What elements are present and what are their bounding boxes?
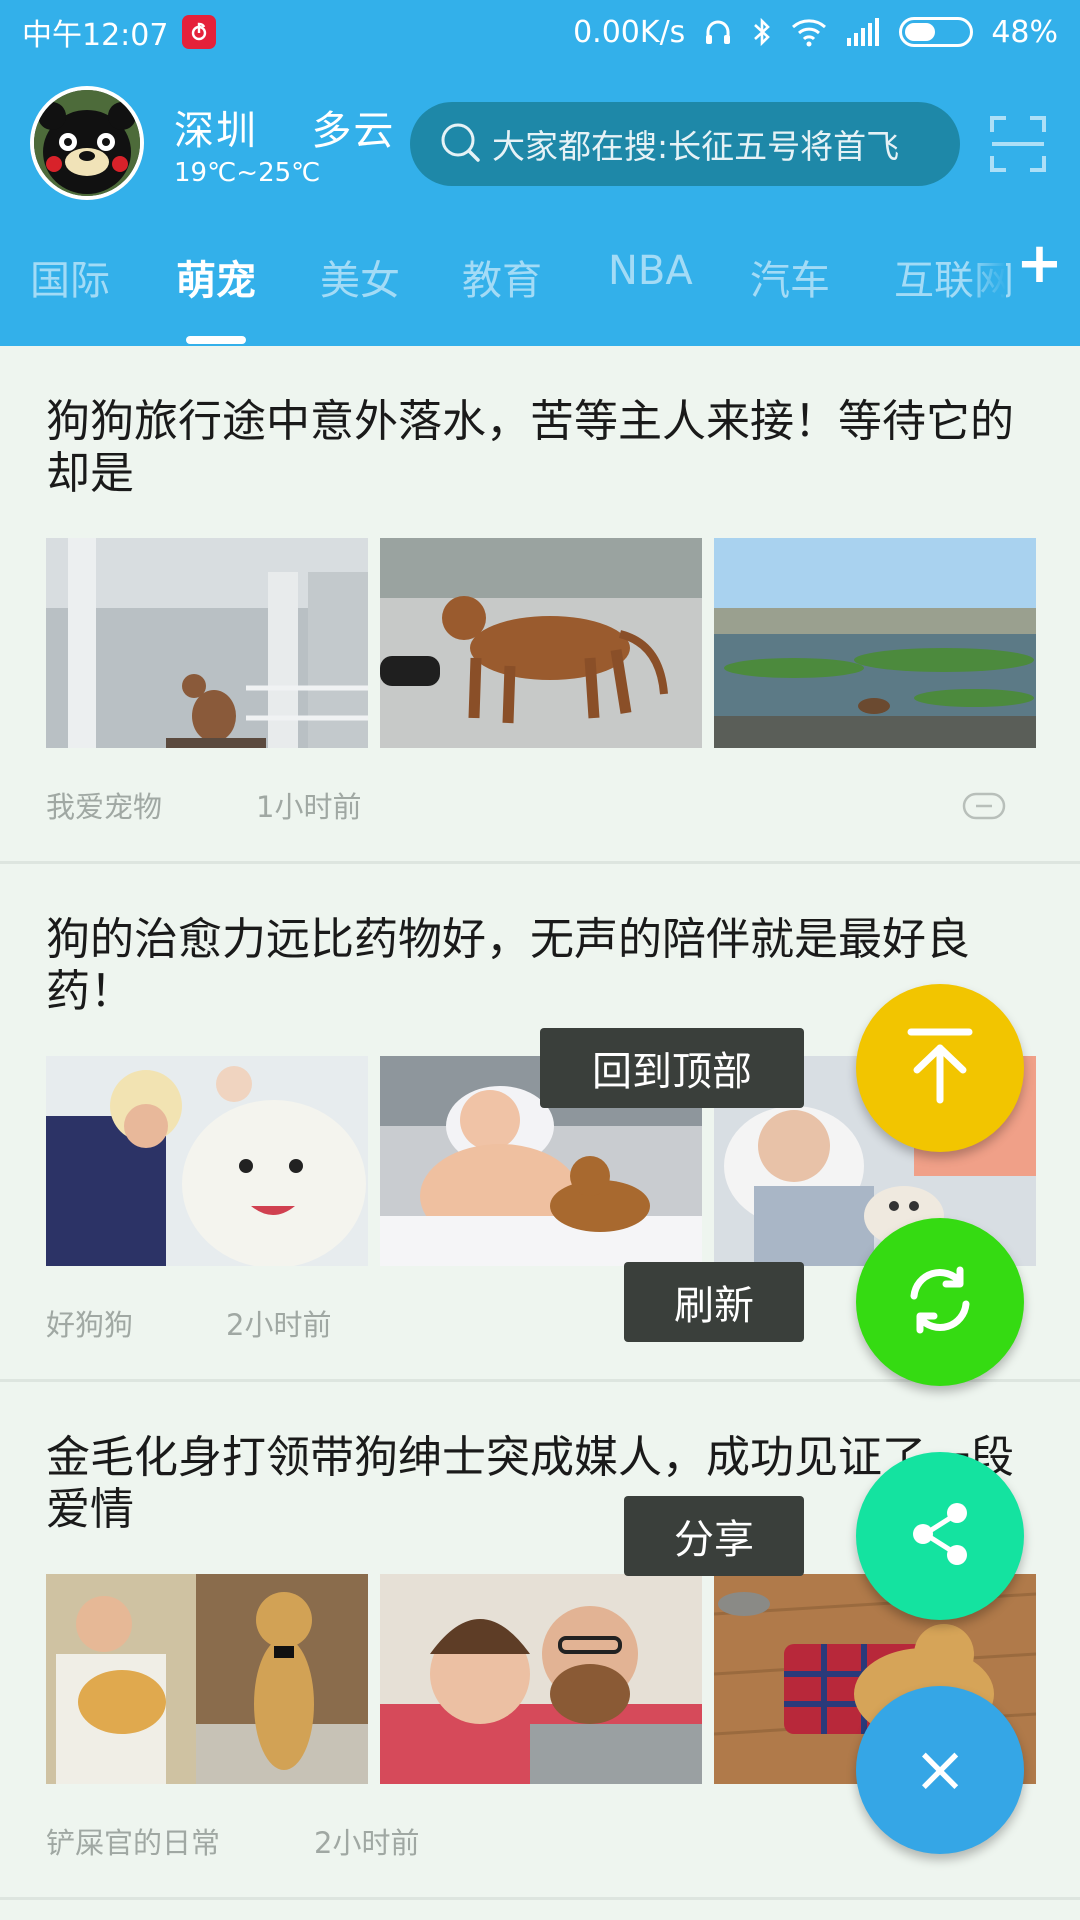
weather-condition: 多云 xyxy=(311,108,396,154)
back-to-top-button[interactable] xyxy=(856,984,1024,1152)
news-thumbnail xyxy=(46,1574,368,1784)
share-button[interactable] xyxy=(856,1452,1024,1620)
news-time: 1小时前 xyxy=(256,790,362,824)
share-icon xyxy=(905,1499,975,1573)
profile-row: 深圳 多云 19℃~25℃ 大家都在搜:长征五号将首飞 xyxy=(0,84,1080,204)
share-label[interactable]: 分享 xyxy=(624,1496,804,1576)
news-source: 好狗狗 xyxy=(46,1308,134,1342)
category-tabs: 国际 萌宠 美女 教育 NBA 汽车 互联网 + xyxy=(0,228,1080,346)
weather-city: 深圳 xyxy=(174,108,258,154)
user-avatar[interactable] xyxy=(30,86,144,200)
tab-international[interactable]: 国际 xyxy=(30,248,110,306)
battery-percent: 48% xyxy=(991,14,1058,50)
tab-auto[interactable]: 汽车 xyxy=(750,248,830,306)
wifi-icon xyxy=(791,17,827,47)
status-time: 中午12:07 xyxy=(22,18,169,53)
tab-nba[interactable]: NBA xyxy=(608,248,693,294)
close-icon: × xyxy=(913,1733,967,1807)
news-thumbnail xyxy=(46,1056,368,1266)
weather-temp: 19℃~25℃ xyxy=(174,158,321,188)
news-thumbnail xyxy=(46,538,368,748)
netease-music-icon xyxy=(182,15,217,49)
news-card[interactable]: 狗狗旅行途中意外落水，苦等主人来接！等待它的却是 我爱宠物 1小时前 xyxy=(0,346,1080,864)
weather-location[interactable]: 深圳 多云 xyxy=(174,98,395,156)
refresh-button[interactable] xyxy=(856,1218,1024,1386)
refresh-label[interactable]: 刷新 xyxy=(624,1262,804,1342)
news-title: 狗狗旅行途中意外落水，苦等主人来接！等待它的却是 xyxy=(46,396,1014,499)
news-time: 2小时前 xyxy=(226,1308,332,1342)
status-bar: 中午12:07 0.00K/s 48% xyxy=(0,0,1080,64)
news-thumbnail xyxy=(714,538,1036,748)
add-channel-button[interactable]: + xyxy=(1016,236,1063,292)
tab-education[interactable]: 教育 xyxy=(462,248,542,306)
news-source: 我爱宠物 xyxy=(46,790,163,824)
news-source: 铲屎官的日常 xyxy=(46,1826,221,1860)
search-icon xyxy=(438,120,482,168)
battery-icon xyxy=(899,17,974,47)
tab-pets[interactable]: 萌宠 xyxy=(176,248,256,306)
scan-icon[interactable] xyxy=(988,114,1048,174)
comment-icon[interactable] xyxy=(962,792,1006,820)
bluetooth-icon xyxy=(751,17,773,47)
news-time: 2小时前 xyxy=(314,1826,420,1860)
news-thumbnail xyxy=(380,538,702,748)
back-to-top-label[interactable]: 回到顶部 xyxy=(540,1028,804,1108)
signal-icon xyxy=(845,18,881,46)
app-header: 中午12:07 0.00K/s 48% 深圳 多云 19℃~25℃ 大家都在搜:… xyxy=(0,0,1080,346)
active-tab-indicator xyxy=(186,336,246,344)
tab-beauty[interactable]: 美女 xyxy=(320,248,400,306)
news-thumbnail xyxy=(380,1574,702,1784)
headphones-icon xyxy=(703,17,733,47)
refresh-icon xyxy=(902,1262,978,1342)
close-menu-button[interactable]: × xyxy=(856,1686,1024,1854)
arrow-up-icon xyxy=(905,1026,975,1110)
network-speed: 0.00K/s xyxy=(573,14,686,50)
search-bar[interactable]: 大家都在搜:长征五号将首飞 xyxy=(410,102,960,186)
search-placeholder: 大家都在搜:长征五号将首飞 xyxy=(492,127,900,166)
